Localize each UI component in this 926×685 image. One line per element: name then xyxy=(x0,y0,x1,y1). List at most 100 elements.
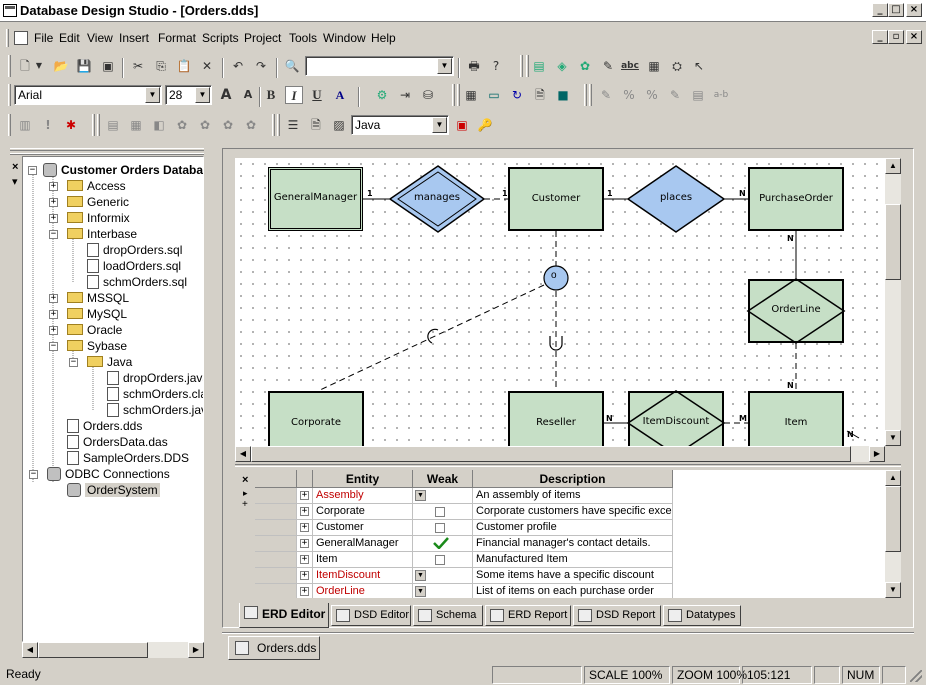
description-cell[interactable]: An assembly of items xyxy=(473,488,673,504)
expand-icon[interactable]: + xyxy=(300,587,309,596)
scroll-up-icon[interactable]: ▲ xyxy=(885,158,901,174)
panel-grip[interactable] xyxy=(10,153,204,155)
document-icon[interactable] xyxy=(14,31,28,45)
grid-add-icon[interactable]: + xyxy=(242,499,248,510)
tree-item[interactable]: Orders.dds xyxy=(23,418,203,434)
tree-hscrollbar[interactable]: ◀ ▶ xyxy=(22,642,204,658)
table-row[interactable]: + Corporate Corporate customers have speci… xyxy=(255,504,885,520)
description-cell[interactable]: List of items on each purchase order xyxy=(473,584,673,598)
doc-restore-button[interactable]: ▫ xyxy=(888,30,904,44)
entity-cell[interactable]: Corporate xyxy=(313,504,413,520)
underline-button[interactable]: U xyxy=(308,86,326,104)
save-all-icon[interactable]: ▣ xyxy=(99,57,117,75)
menu-file[interactable]: File xyxy=(34,31,53,45)
collapse-icon[interactable]: − xyxy=(29,470,38,479)
entity-cell[interactable]: GeneralManager xyxy=(313,536,413,552)
list-icon[interactable]: ☰ xyxy=(284,116,302,134)
doc-tab-orders[interactable]: Orders.dds xyxy=(228,636,320,660)
row-expand-cell[interactable]: + xyxy=(297,536,313,552)
print-icon[interactable]: 🖶 xyxy=(465,57,483,75)
tree-item[interactable]: schmOrders.jav xyxy=(23,402,203,418)
erd-canvas[interactable]: GeneralManager Customer PurchaseOrder Co… xyxy=(235,158,885,446)
canvas-vscrollbar[interactable]: ▲ ▼ xyxy=(885,158,901,446)
table-row[interactable]: + OrderLine ▼ List of items on each purchas… xyxy=(255,584,885,598)
undo-icon[interactable]: ↶ xyxy=(229,57,247,75)
grow-font-icon[interactable]: A xyxy=(217,86,235,104)
description-cell[interactable]: Corporate customers have specific exce xyxy=(473,504,673,520)
menu-tools[interactable]: Tools xyxy=(289,31,317,45)
paste-icon[interactable]: 📋 xyxy=(175,57,193,75)
save-icon[interactable]: 💾 xyxy=(75,57,93,75)
chevron-down-icon[interactable]: ▼ xyxy=(432,117,447,133)
doc-close-button[interactable]: × xyxy=(906,30,922,44)
shrink-font-icon[interactable]: A xyxy=(239,86,257,104)
chevron-down-icon[interactable]: ▼ xyxy=(415,586,426,597)
window-view-icon[interactable]: ▭ xyxy=(485,86,503,104)
weak-cell[interactable]: ▼ xyxy=(413,584,473,598)
row-expand-cell[interactable]: + xyxy=(297,504,313,520)
paint-icon[interactable]: ⛭ xyxy=(668,57,686,75)
expand-icon[interactable]: + xyxy=(49,214,58,223)
description-cell[interactable]: Financial manager's contact details. xyxy=(473,536,673,552)
resize-grip-icon[interactable] xyxy=(910,670,922,682)
chevron-down-icon[interactable]: ▼ xyxy=(437,58,452,74)
entity-customer[interactable]: Customer xyxy=(508,167,604,231)
grid-delete-icon[interactable]: × xyxy=(242,474,248,486)
check-icon[interactable] xyxy=(433,537,449,549)
chevron-down-icon[interactable]: ▼ xyxy=(195,87,210,103)
tab-datatypes[interactable]: Datatypes xyxy=(663,605,741,626)
weak-checkbox[interactable] xyxy=(435,555,445,565)
grid-header-weak[interactable]: Weak xyxy=(413,470,473,488)
doc-minimize-button[interactable]: _ xyxy=(872,30,888,44)
table-row[interactable]: + GeneralManager Financial manager's conta… xyxy=(255,536,885,552)
toolbar-grip[interactable] xyxy=(457,84,460,106)
expand-icon[interactable]: + xyxy=(300,571,309,580)
export-icon[interactable]: ⇥ xyxy=(396,86,414,104)
entity-cell[interactable]: ItemDiscount xyxy=(313,568,413,584)
scroll-thumb[interactable] xyxy=(885,486,901,552)
description-cell[interactable]: Customer profile xyxy=(473,520,673,536)
toolbar-grip[interactable] xyxy=(8,114,11,136)
row-selector[interactable] xyxy=(255,584,297,598)
properties-icon[interactable]: ▦ xyxy=(645,57,663,75)
font-color-icon[interactable]: A xyxy=(331,86,349,104)
tab-schema[interactable]: Schema xyxy=(413,605,483,626)
chevron-down-icon[interactable]: ▼ xyxy=(145,87,160,103)
table-row[interactable]: + Customer Customer profile xyxy=(255,520,885,536)
row-expand-cell[interactable]: + xyxy=(297,568,313,584)
entity-purchaseorder[interactable]: PurchaseOrder xyxy=(748,167,844,231)
tree-item[interactable]: SampleOrders.DDS xyxy=(23,450,203,466)
collapse-icon[interactable]: − xyxy=(28,166,37,175)
key-icon[interactable]: 🔑 xyxy=(476,116,494,134)
tree-item[interactable]: + Informix xyxy=(23,210,203,226)
collapse-icon[interactable]: − xyxy=(69,358,78,367)
table-row[interactable]: + Assembly ▼ An assembly of items xyxy=(255,488,885,504)
toolbar-grip[interactable] xyxy=(92,114,95,136)
toolbar-grip[interactable] xyxy=(277,114,280,136)
maximize-button[interactable]: □ xyxy=(888,3,904,17)
tab-erd-report[interactable]: ERD Report xyxy=(485,605,571,626)
bold-button[interactable]: B xyxy=(262,86,280,104)
weak-checkbox[interactable] xyxy=(435,523,445,533)
open-icon[interactable]: 📂 xyxy=(52,57,70,75)
scroll-right-icon[interactable]: ▶ xyxy=(188,642,204,658)
grid-header-description[interactable]: Description xyxy=(473,470,673,488)
tree-item[interactable]: dropOrders.sql xyxy=(23,242,203,258)
tree-item[interactable]: − Interbase xyxy=(23,226,203,242)
scroll-left-icon[interactable]: ◀ xyxy=(235,446,251,462)
tree-item[interactable]: schmOrders.cla xyxy=(23,386,203,402)
menu-window[interactable]: Window xyxy=(323,31,366,45)
table-row[interactable]: + ItemDiscount ▼ Some items have a specific… xyxy=(255,568,885,584)
menu-view[interactable]: View xyxy=(87,31,113,45)
table-view-icon[interactable]: ▦ xyxy=(462,86,480,104)
toolbar-grip[interactable] xyxy=(272,114,275,136)
tree-item[interactable]: schmOrders.sql xyxy=(23,274,203,290)
row-selector[interactable] xyxy=(255,488,297,504)
row-expand-cell[interactable]: + xyxy=(297,552,313,568)
toolbar-grip[interactable] xyxy=(452,84,455,106)
expand-icon[interactable]: + xyxy=(300,491,309,500)
entity-tool-icon[interactable]: ▤ xyxy=(530,57,548,75)
search-combo[interactable]: ▼ xyxy=(305,56,454,76)
tree-item[interactable]: + MySQL xyxy=(23,306,203,322)
expand-icon[interactable]: + xyxy=(300,523,309,532)
